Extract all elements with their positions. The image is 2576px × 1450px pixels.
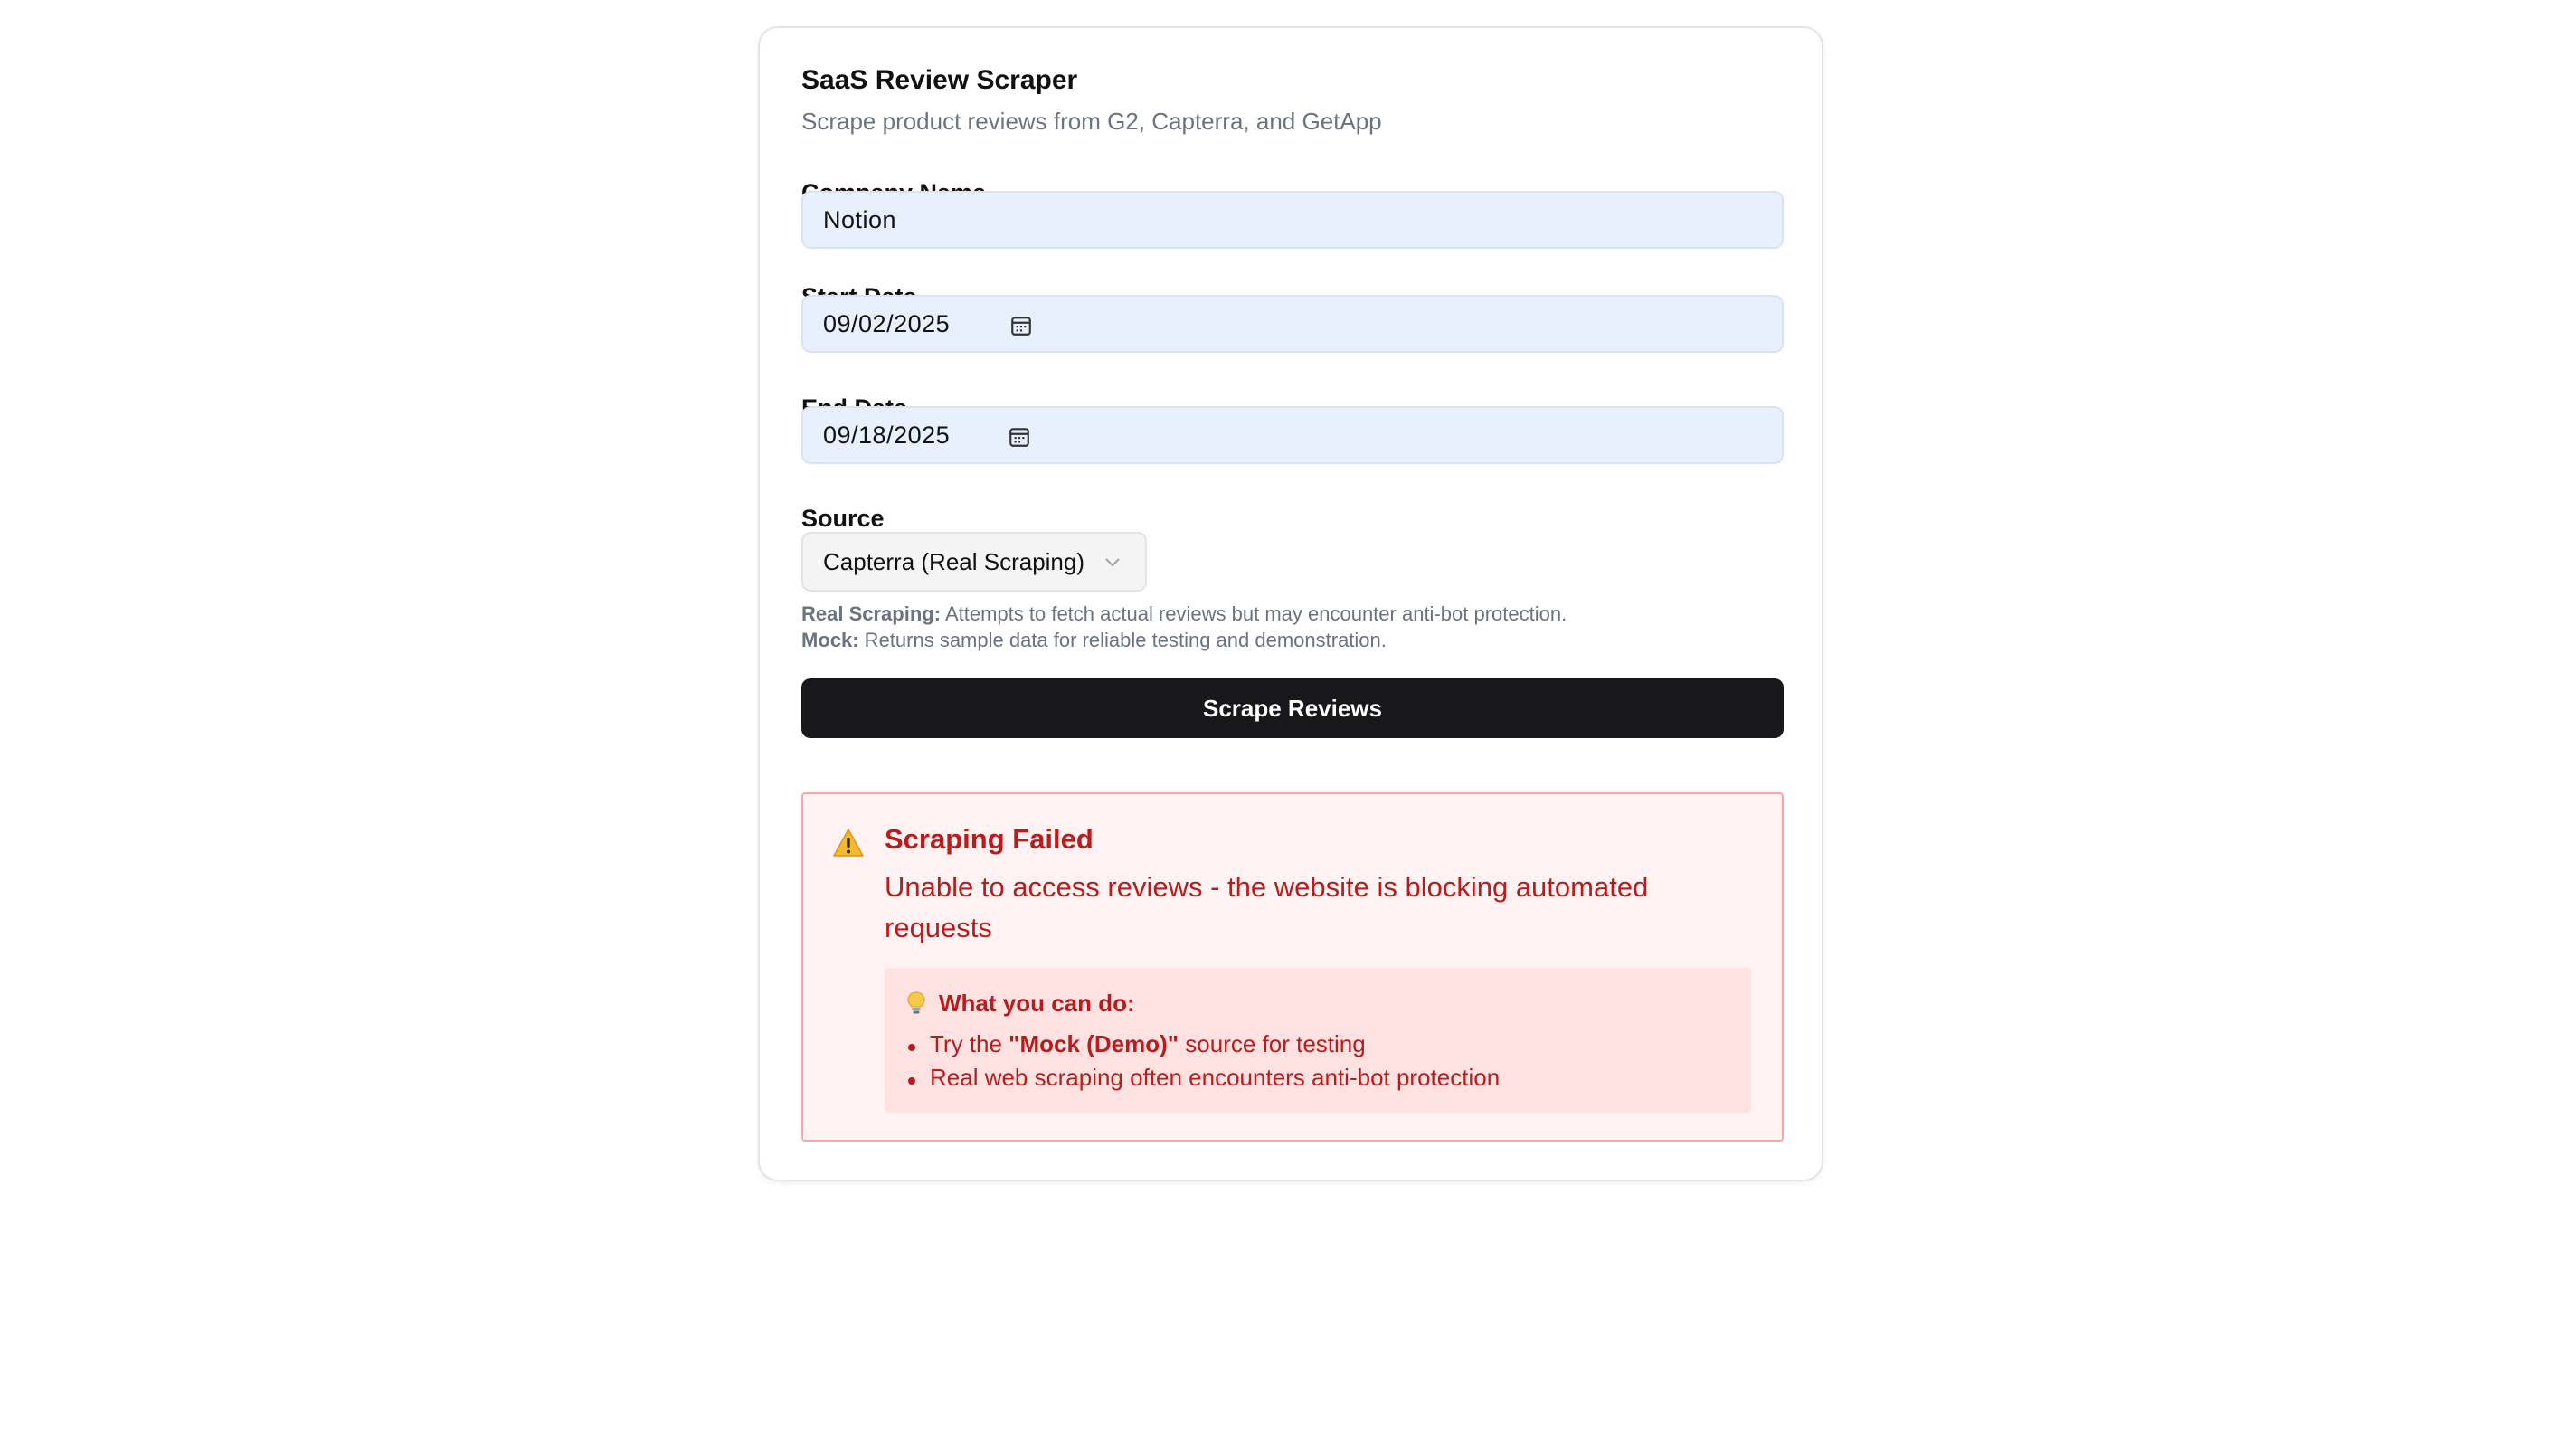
warning-icon bbox=[833, 829, 864, 857]
source-select[interactable]: Capterra (Real Scraping) bbox=[801, 532, 1147, 592]
mock-note-label: Mock: bbox=[801, 629, 859, 651]
lightbulb-icon bbox=[907, 991, 925, 1014]
calendar-icon[interactable] bbox=[1008, 425, 1031, 449]
end-date-input[interactable]: 09/18/2025 bbox=[801, 406, 1784, 464]
tips-title: What you can do: bbox=[939, 990, 1135, 1017]
tip-item-mock-prefix: Try the bbox=[930, 1030, 1009, 1057]
start-date-value: 09/02/2025 bbox=[823, 309, 951, 337]
bullet-icon bbox=[908, 1044, 915, 1051]
page-subtitle: Scrape product reviews from G2, Capterra… bbox=[801, 108, 1382, 135]
page-title: SaaS Review Scraper bbox=[801, 65, 1078, 95]
error-title: Scraping Failed bbox=[885, 823, 1094, 855]
scrape-reviews-button[interactable]: Scrape Reviews bbox=[801, 678, 1784, 738]
start-date-input[interactable]: 09/02/2025 bbox=[801, 295, 1784, 353]
real-scraping-note-text: Attempts to fetch actual reviews but may… bbox=[941, 602, 1567, 625]
real-scraping-note-label: Real Scraping: bbox=[801, 602, 942, 625]
company-name-input[interactable]: Notion bbox=[801, 191, 1784, 249]
source-label: Source bbox=[801, 505, 885, 532]
end-date-value: 09/18/2025 bbox=[823, 421, 951, 449]
chevron-down-icon bbox=[1105, 558, 1120, 567]
tip-item-antibot: Real web scraping often encounters anti-… bbox=[930, 1064, 1501, 1091]
mock-note: Mock: Returns sample data for reliable t… bbox=[801, 629, 1387, 652]
calendar-icon[interactable] bbox=[1009, 314, 1033, 337]
tip-item-mock-bold: "Mock (Demo)" bbox=[1009, 1030, 1179, 1057]
bullet-icon bbox=[908, 1077, 915, 1085]
error-message: Unable to access reviews - the website i… bbox=[885, 871, 1649, 943]
mock-note-text: Returns sample data for reliable testing… bbox=[858, 629, 1387, 651]
tip-item-mock: Try the "Mock (Demo)" source for testing bbox=[930, 1030, 1366, 1058]
real-scraping-note: Real Scraping: Attempts to fetch actual … bbox=[801, 602, 1567, 626]
tip-item-mock-suffix: source for testing bbox=[1179, 1030, 1366, 1057]
company-name-value: Notion bbox=[823, 205, 897, 233]
source-selected-value: Capterra (Real Scraping) bbox=[823, 547, 1085, 575]
